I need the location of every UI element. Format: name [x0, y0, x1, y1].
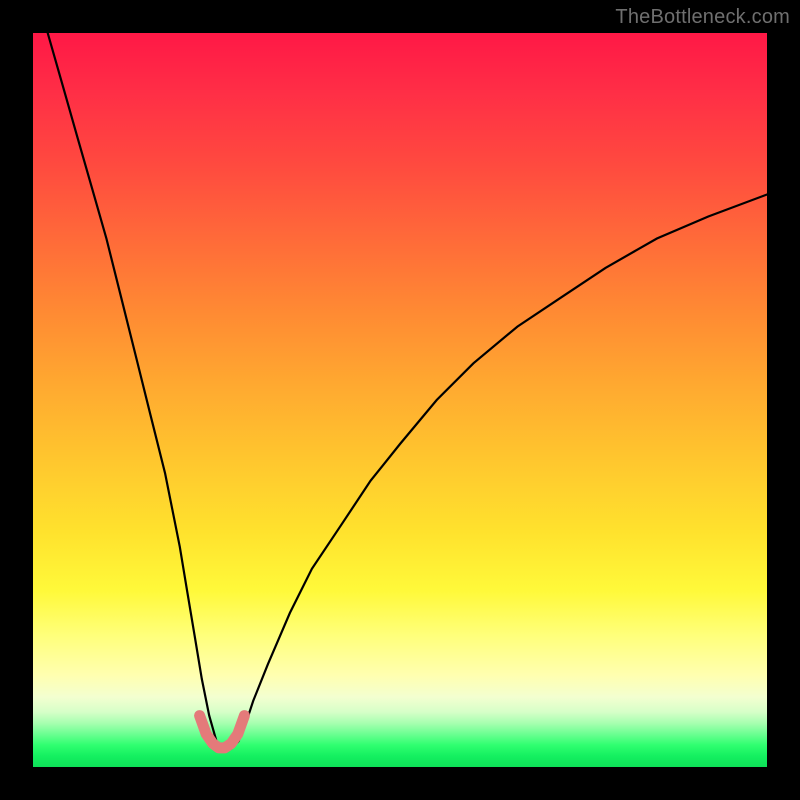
chart-svg	[33, 33, 767, 767]
watermark-text: TheBottleneck.com	[615, 6, 790, 29]
chart-frame: TheBottleneck.com	[0, 0, 800, 800]
chart-plot-area	[33, 33, 767, 767]
bottleneck-curve	[48, 33, 767, 749]
optimal-range-marker	[200, 716, 245, 748]
